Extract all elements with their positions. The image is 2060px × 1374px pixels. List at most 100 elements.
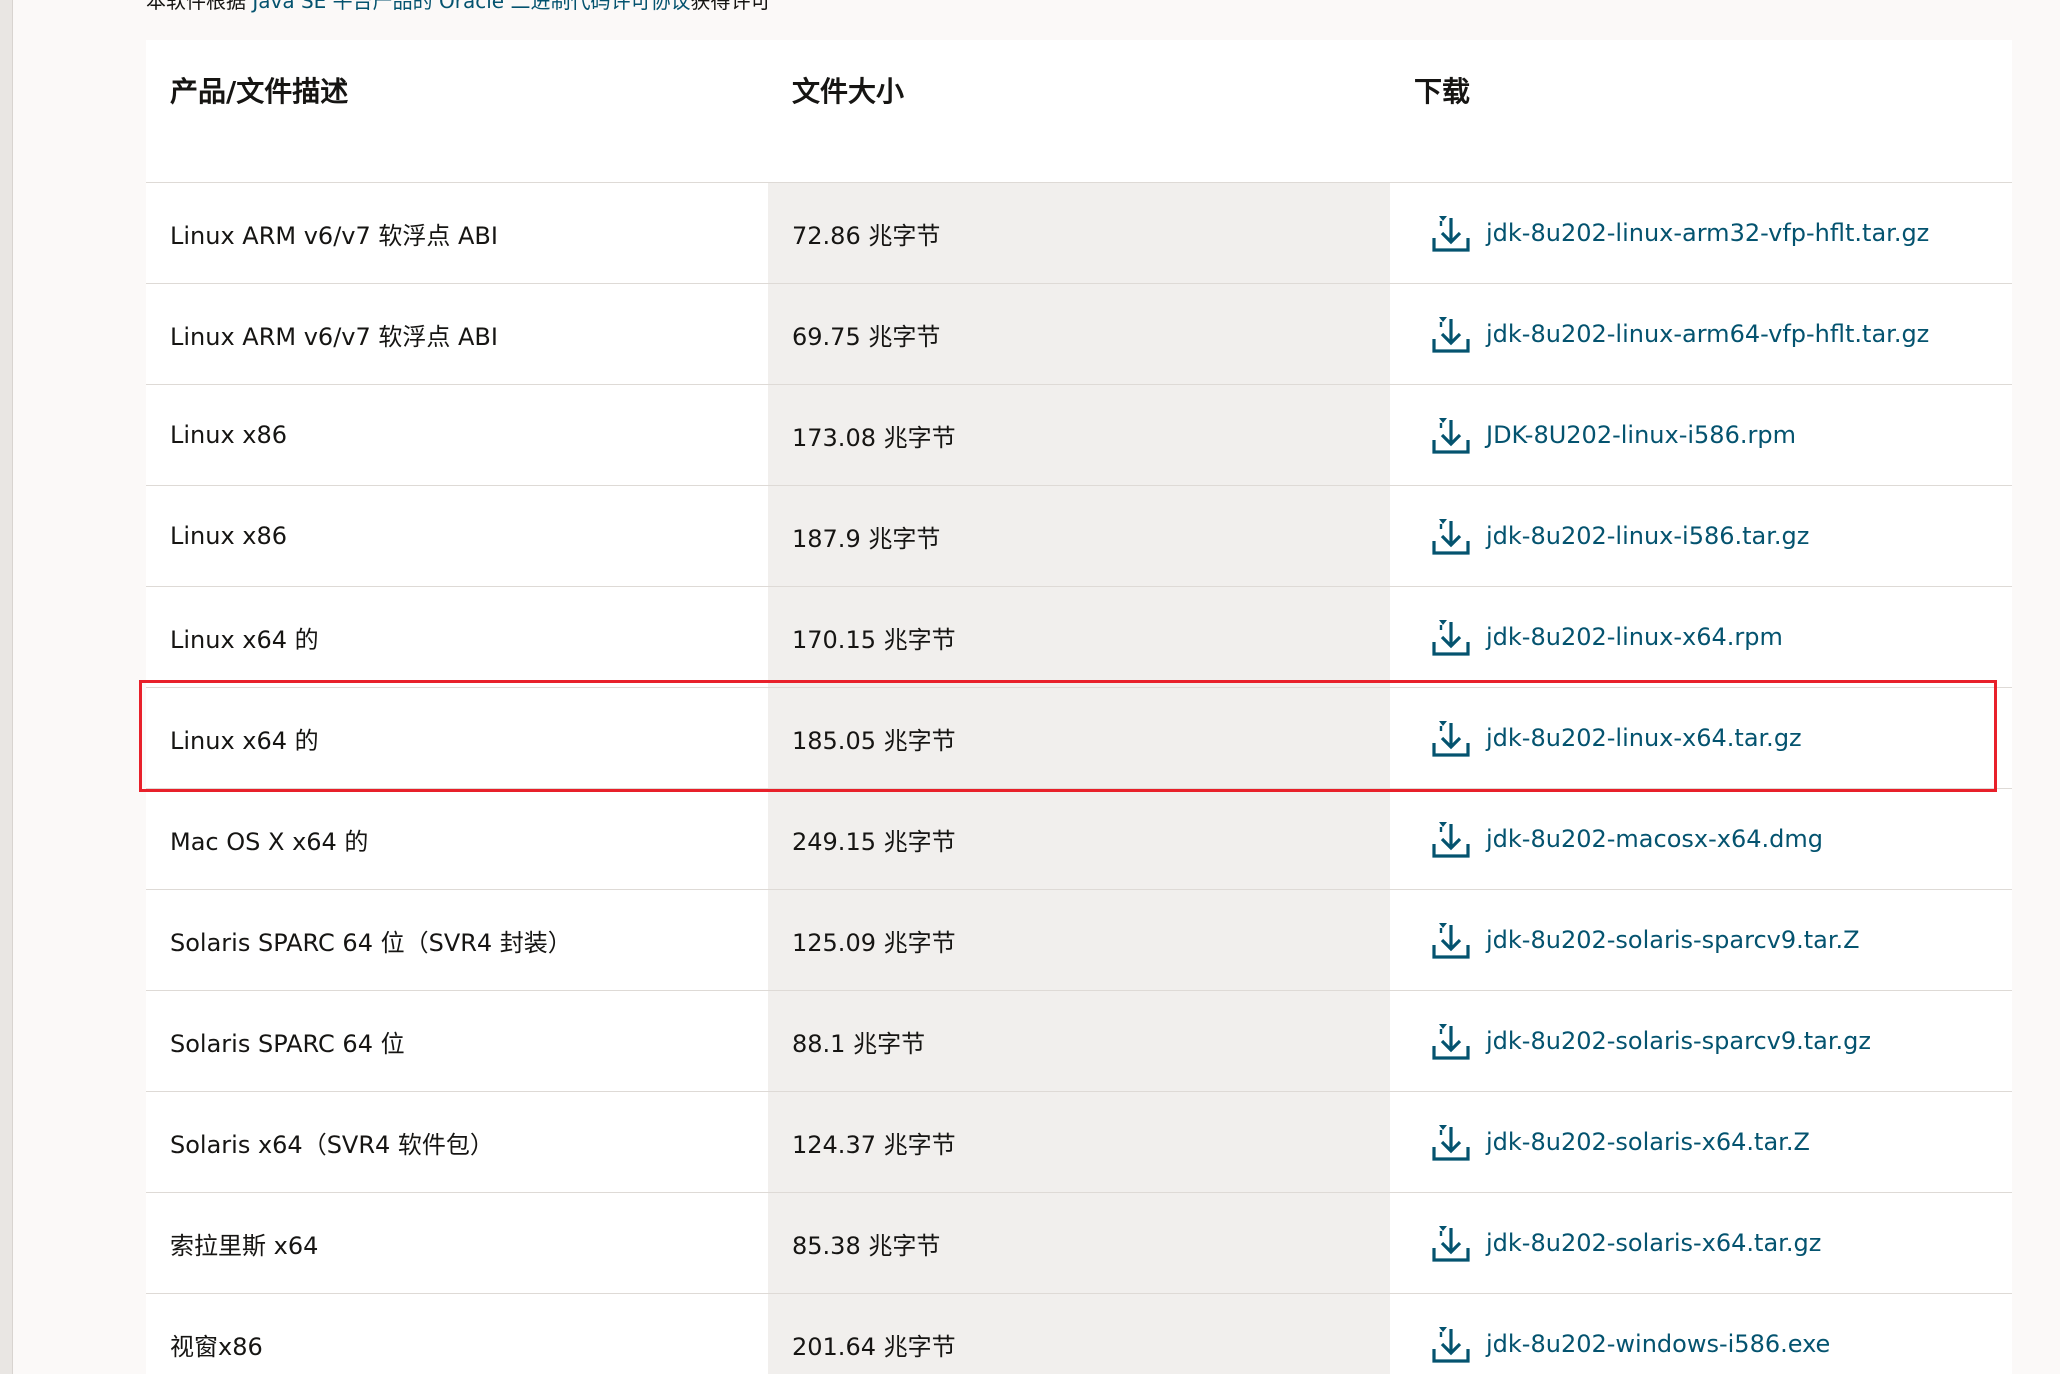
- file-size-text: 125.09 兆字节: [792, 928, 956, 957]
- download-icon[interactable]: [1430, 616, 1472, 658]
- file-size-text: 85.38 兆字节: [792, 1231, 941, 1260]
- left-gutter: [0, 0, 13, 1374]
- description-cell: Solaris x64（SVR4 软件包）: [146, 1092, 768, 1192]
- header-download: 下载: [1414, 75, 1471, 108]
- download-cell: jdk-8u202-linux-arm64-vfp-hflt.tar.gz: [1390, 284, 2012, 384]
- file-size-text: 124.37 兆字节: [792, 1130, 956, 1159]
- download-icon[interactable]: [1430, 313, 1472, 355]
- file-size-text: 201.64 兆字节: [792, 1332, 956, 1361]
- download-cell: jdk-8u202-solaris-x64.tar.Z: [1390, 1092, 2012, 1192]
- table-row: Linux x86 187.9 兆字节 jdk-8u202-linux-i586…: [146, 486, 2012, 587]
- download-filename[interactable]: JDK-8U202-linux-i586.rpm: [1486, 421, 1796, 449]
- table-body: Linux ARM v6/v7 软浮点 ABI 72.86 兆字节 jdk-8u…: [146, 183, 2012, 1374]
- download-link[interactable]: jdk-8u202-linux-x64.tar.gz: [1430, 717, 1802, 759]
- file-size-text: 88.1 兆字节: [792, 1029, 926, 1058]
- download-icon[interactable]: [1430, 1020, 1472, 1062]
- download-filename[interactable]: jdk-8u202-windows-i586.exe: [1486, 1330, 1830, 1358]
- file-size-text: 187.9 兆字节: [792, 524, 941, 553]
- size-cell: 201.64 兆字节: [768, 1294, 1390, 1374]
- description-cell: Linux x86: [146, 385, 768, 485]
- table-row: Linux x64 的 185.05 兆字节 jdk-8u202-linux-x…: [146, 688, 2012, 789]
- description-text: Linux x86: [170, 421, 288, 449]
- download-link[interactable]: jdk-8u202-solaris-x64.tar.Z: [1430, 1121, 1810, 1163]
- file-size-text: 69.75 兆字节: [792, 322, 941, 351]
- license-note: 本软件根据 Java SE 平台产品的 Oracle 二进制代码许可协议获得许可: [146, 0, 770, 14]
- header-description: 产品/文件描述: [170, 75, 349, 108]
- download-filename[interactable]: jdk-8u202-linux-arm32-vfp-hflt.tar.gz: [1486, 219, 1929, 247]
- download-filename[interactable]: jdk-8u202-solaris-sparcv9.tar.gz: [1486, 1027, 1871, 1055]
- size-cell: 125.09 兆字节: [768, 890, 1390, 990]
- download-icon[interactable]: [1430, 818, 1472, 860]
- download-icon[interactable]: [1430, 919, 1472, 961]
- description-cell: Linux ARM v6/v7 软浮点 ABI: [146, 183, 768, 283]
- license-agreement-link[interactable]: Java SE 平台产品的 Oracle 二进制代码许可协议: [252, 0, 690, 13]
- size-cell: 85.38 兆字节: [768, 1193, 1390, 1293]
- download-filename[interactable]: jdk-8u202-linux-arm64-vfp-hflt.tar.gz: [1486, 320, 1929, 348]
- description-cell: Linux x64 的: [146, 688, 768, 788]
- table-row: Linux x64 的 170.15 兆字节 jdk-8u202-linux-x…: [146, 587, 2012, 688]
- table-row: Mac OS X x64 的 249.15 兆字节 jdk-8u202-maco…: [146, 789, 2012, 890]
- download-icon[interactable]: [1430, 1222, 1472, 1264]
- download-filename[interactable]: jdk-8u202-linux-x64.rpm: [1486, 623, 1783, 651]
- download-link[interactable]: jdk-8u202-linux-i586.tar.gz: [1430, 515, 1809, 557]
- table-row: Linux x86 173.08 兆字节 JDK-8U202-linux-i58…: [146, 385, 2012, 486]
- download-cell: jdk-8u202-solaris-x64.tar.gz: [1390, 1193, 2012, 1293]
- download-icon[interactable]: [1430, 717, 1472, 759]
- download-cell: JDK-8U202-linux-i586.rpm: [1390, 385, 2012, 485]
- download-cell: jdk-8u202-solaris-sparcv9.tar.gz: [1390, 991, 2012, 1091]
- description-cell: 索拉里斯 x64: [146, 1193, 768, 1293]
- header-cell-description: 产品/文件描述: [146, 40, 768, 182]
- download-cell: jdk-8u202-linux-arm32-vfp-hflt.tar.gz: [1390, 183, 2012, 283]
- description-cell: Linux x86: [146, 486, 768, 586]
- download-link[interactable]: jdk-8u202-linux-arm32-vfp-hflt.tar.gz: [1430, 212, 1929, 254]
- download-filename[interactable]: jdk-8u202-macosx-x64.dmg: [1486, 825, 1823, 853]
- download-icon[interactable]: [1430, 515, 1472, 557]
- header-file-size: 文件大小: [792, 75, 905, 108]
- file-size-text: 170.15 兆字节: [792, 625, 956, 654]
- description-text: Linux ARM v6/v7 软浮点 ABI: [170, 221, 498, 250]
- download-icon[interactable]: [1430, 1121, 1472, 1163]
- download-cell: jdk-8u202-windows-i586.exe: [1390, 1294, 2012, 1374]
- description-text: Linux x64 的: [170, 726, 319, 755]
- download-link[interactable]: jdk-8u202-linux-x64.rpm: [1430, 616, 1783, 658]
- download-filename[interactable]: jdk-8u202-linux-x64.tar.gz: [1486, 724, 1802, 752]
- download-link[interactable]: jdk-8u202-windows-i586.exe: [1430, 1323, 1830, 1365]
- size-cell: 124.37 兆字节: [768, 1092, 1390, 1192]
- download-filename[interactable]: jdk-8u202-solaris-x64.tar.gz: [1486, 1229, 1821, 1257]
- table-row: 视窗x86 201.64 兆字节 jdk-8u202-windows-i586.…: [146, 1294, 2012, 1374]
- download-filename[interactable]: jdk-8u202-linux-i586.tar.gz: [1486, 522, 1809, 550]
- size-cell: 72.86 兆字节: [768, 183, 1390, 283]
- download-icon[interactable]: [1430, 414, 1472, 456]
- download-link[interactable]: jdk-8u202-linux-arm64-vfp-hflt.tar.gz: [1430, 313, 1929, 355]
- download-cell: jdk-8u202-linux-x64.rpm: [1390, 587, 2012, 687]
- file-size-text: 249.15 兆字节: [792, 827, 956, 856]
- description-cell: Mac OS X x64 的: [146, 789, 768, 889]
- download-link[interactable]: jdk-8u202-solaris-x64.tar.gz: [1430, 1222, 1821, 1264]
- size-cell: 173.08 兆字节: [768, 385, 1390, 485]
- size-cell: 69.75 兆字节: [768, 284, 1390, 384]
- download-icon[interactable]: [1430, 1323, 1472, 1365]
- download-link[interactable]: JDK-8U202-linux-i586.rpm: [1430, 414, 1796, 456]
- description-text: Solaris SPARC 64 位（SVR4 封装）: [170, 928, 572, 957]
- download-link[interactable]: jdk-8u202-macosx-x64.dmg: [1430, 818, 1823, 860]
- table-row: Linux ARM v6/v7 软浮点 ABI 72.86 兆字节 jdk-8u…: [146, 183, 2012, 284]
- download-filename[interactable]: jdk-8u202-solaris-sparcv9.tar.Z: [1486, 926, 1860, 954]
- download-cell: jdk-8u202-macosx-x64.dmg: [1390, 789, 2012, 889]
- download-link[interactable]: jdk-8u202-solaris-sparcv9.tar.Z: [1430, 919, 1860, 961]
- header-cell-size: 文件大小: [768, 40, 1390, 182]
- description-cell: Linux ARM v6/v7 软浮点 ABI: [146, 284, 768, 384]
- download-link[interactable]: jdk-8u202-solaris-sparcv9.tar.gz: [1430, 1020, 1871, 1062]
- description-text: Solaris x64（SVR4 软件包）: [170, 1130, 494, 1159]
- download-icon[interactable]: [1430, 212, 1472, 254]
- description-text: Linux ARM v6/v7 软浮点 ABI: [170, 322, 498, 351]
- page: 本软件根据 Java SE 平台产品的 Oracle 二进制代码许可协议获得许可…: [0, 0, 2060, 1374]
- description-text: Linux x64 的: [170, 625, 319, 654]
- download-filename[interactable]: jdk-8u202-solaris-x64.tar.Z: [1486, 1128, 1810, 1156]
- size-cell: 170.15 兆字节: [768, 587, 1390, 687]
- table-row: Solaris SPARC 64 位 88.1 兆字节 jdk-8u202-so…: [146, 991, 2012, 1092]
- file-size-text: 72.86 兆字节: [792, 221, 941, 250]
- download-cell: jdk-8u202-solaris-sparcv9.tar.Z: [1390, 890, 2012, 990]
- size-cell: 88.1 兆字节: [768, 991, 1390, 1091]
- table-row: 索拉里斯 x64 85.38 兆字节 jdk-8u202-solaris-x64…: [146, 1193, 2012, 1294]
- table-row: Solaris x64（SVR4 软件包） 124.37 兆字节 jdk-8u2…: [146, 1092, 2012, 1193]
